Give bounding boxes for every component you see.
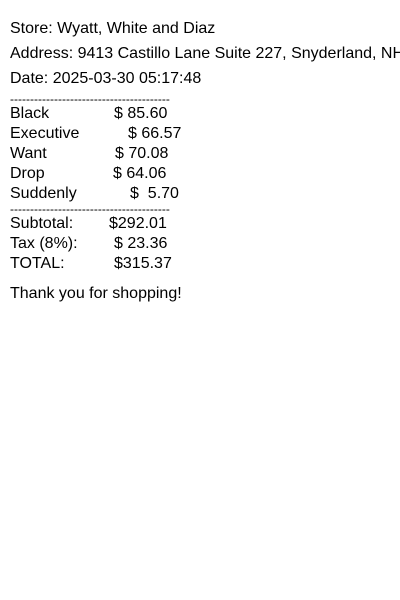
store-name: Store: Wyatt, White and Diaz [10, 20, 216, 37]
item-price: $ 85.60 [114, 105, 168, 122]
item-price: $ 66.57 [128, 125, 182, 142]
total-value: $315.37 [114, 255, 172, 272]
line-item: Suddenly $ 5.70 [10, 184, 400, 204]
item-name: Black [10, 105, 50, 122]
subtotal-row: Subtotal: $292.01 [10, 214, 400, 234]
divider-top: ---------------------------------------- [10, 94, 170, 104]
thank-you-message: Thank you for shopping! [10, 285, 182, 302]
tax-value: $ 23.36 [114, 235, 168, 252]
item-name: Suddenly [10, 185, 77, 202]
item-price: $ 70.08 [115, 145, 169, 162]
line-item: Black $ 85.60 [10, 104, 400, 124]
store-address: Address: 9413 Castillo Lane Suite 227, S… [10, 45, 400, 62]
line-item: Drop $ 64.06 [10, 164, 400, 184]
item-price: $ 5.70 [130, 185, 179, 202]
divider-bottom: ---------------------------------------- [10, 204, 170, 214]
line-item: Executive $ 66.57 [10, 124, 400, 144]
line-item: Want $ 70.08 [10, 144, 400, 164]
receipt: Store: Wyatt, White and Diaz Address: 94… [10, 19, 400, 304]
tax-row: Tax (8%): $ 23.36 [10, 234, 400, 254]
receipt-date: Date: 2025-03-30 05:17:48 [10, 70, 202, 87]
subtotal-value: $292.01 [109, 215, 167, 232]
item-name: Want [10, 145, 47, 162]
total-row: TOTAL: $315.37 [10, 254, 400, 274]
subtotal-label: Subtotal: [10, 215, 74, 232]
item-name: Drop [10, 165, 45, 182]
item-price: $ 64.06 [113, 165, 167, 182]
total-label: TOTAL: [10, 255, 65, 272]
tax-label: Tax (8%): [10, 235, 78, 252]
item-name: Executive [10, 125, 80, 142]
